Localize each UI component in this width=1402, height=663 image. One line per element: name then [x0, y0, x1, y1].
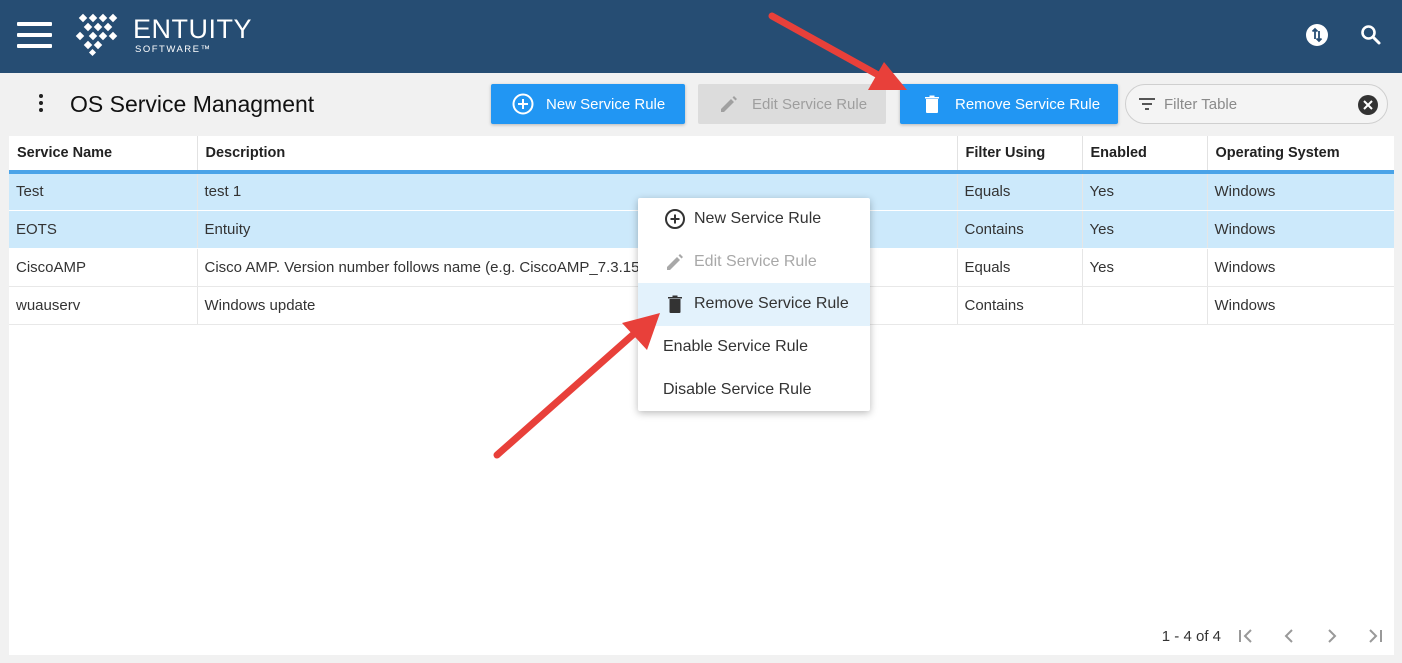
hamburger-menu-icon[interactable] — [17, 22, 52, 48]
sync-icon[interactable] — [1304, 22, 1330, 48]
entuity-logo-mark-icon — [75, 13, 118, 57]
cell-enabled: Yes — [1082, 248, 1208, 287]
cell-filter-using: Equals — [957, 248, 1083, 287]
cell-service-name: EOTS — [9, 210, 198, 249]
cell-service-name: Test — [9, 172, 198, 211]
cell-service-name: wuauserv — [9, 286, 198, 325]
next-page-icon[interactable] — [1321, 625, 1343, 647]
edit-service-rule-button[interactable]: Edit Service Rule — [698, 84, 886, 124]
context-menu-item-new[interactable]: New Service Rule — [638, 198, 870, 241]
top-app-bar: ENTUITY SOFTWARE™ — [0, 0, 1402, 73]
column-header-enabled[interactable]: Enabled — [1082, 136, 1208, 174]
new-service-rule-label: New Service Rule — [546, 95, 666, 113]
context-menu-item-disable[interactable]: Disable Service Rule — [638, 368, 870, 411]
context-menu-item-edit[interactable]: Edit Service Rule — [638, 241, 870, 284]
pagination: 1 - 4 of 4 — [1162, 625, 1386, 647]
context-menu-label: Remove Service Rule — [694, 295, 849, 313]
new-service-rule-button[interactable]: New Service Rule — [491, 84, 685, 124]
page-title: OS Service Managment — [70, 91, 315, 117]
entuity-logo: ENTUITY SOFTWARE™ — [75, 12, 252, 58]
more-options-icon[interactable] — [30, 94, 52, 116]
pagination-label: 1 - 4 of 4 — [1161, 627, 1221, 645]
column-header-operating-system[interactable]: Operating System — [1207, 136, 1394, 174]
cell-service-name: CiscoAMP — [9, 248, 198, 287]
pencil-icon — [718, 93, 740, 115]
brand-subtitle: SOFTWARE™ — [135, 43, 212, 55]
clear-filter-icon[interactable] — [1357, 94, 1379, 116]
column-header-filter-using[interactable]: Filter Using — [957, 136, 1083, 174]
filter-table-field — [1125, 84, 1388, 124]
search-icon[interactable] — [1358, 22, 1384, 48]
table-header-row: Service Name Description Filter Using En… — [9, 136, 1394, 174]
context-menu-item-enable[interactable]: Enable Service Rule — [638, 326, 870, 369]
cell-operating-system: Windows — [1207, 248, 1394, 287]
context-menu-label: Edit Service Rule — [694, 252, 817, 270]
remove-service-rule-button[interactable]: Remove Service Rule — [900, 84, 1118, 124]
filter-icon — [1139, 98, 1155, 110]
trash-icon — [664, 293, 686, 315]
cell-operating-system: Windows — [1207, 210, 1394, 249]
cell-operating-system: Windows — [1207, 172, 1394, 211]
context-menu-label: Enable Service Rule — [663, 338, 808, 356]
add-circle-icon — [512, 93, 534, 115]
column-header-service-name[interactable]: Service Name — [9, 136, 198, 174]
brand-name: ENTUITY — [133, 13, 253, 44]
cell-enabled — [1082, 286, 1208, 325]
last-page-icon[interactable] — [1364, 625, 1386, 647]
remove-service-rule-label: Remove Service Rule — [955, 95, 1101, 113]
context-menu: New Service Rule Edit Service Rule Remov… — [638, 198, 870, 411]
context-menu-label: Disable Service Rule — [663, 380, 812, 398]
edit-service-rule-label: Edit Service Rule — [752, 95, 868, 113]
cell-enabled: Yes — [1082, 172, 1208, 211]
filter-table-input[interactable] — [1164, 95, 1354, 113]
previous-page-icon[interactable] — [1278, 625, 1300, 647]
cell-enabled: Yes — [1082, 210, 1208, 249]
cell-filter-using: Contains — [957, 286, 1083, 325]
pencil-icon — [664, 251, 686, 273]
column-header-description[interactable]: Description — [197, 136, 958, 174]
trash-icon — [921, 93, 943, 115]
cell-operating-system: Windows — [1207, 286, 1394, 325]
add-circle-icon — [664, 208, 686, 230]
cell-filter-using: Contains — [957, 210, 1083, 249]
context-menu-label: New Service Rule — [694, 210, 822, 228]
context-menu-item-remove[interactable]: Remove Service Rule — [638, 283, 870, 326]
cell-filter-using: Equals — [957, 172, 1083, 211]
first-page-icon[interactable] — [1235, 625, 1257, 647]
